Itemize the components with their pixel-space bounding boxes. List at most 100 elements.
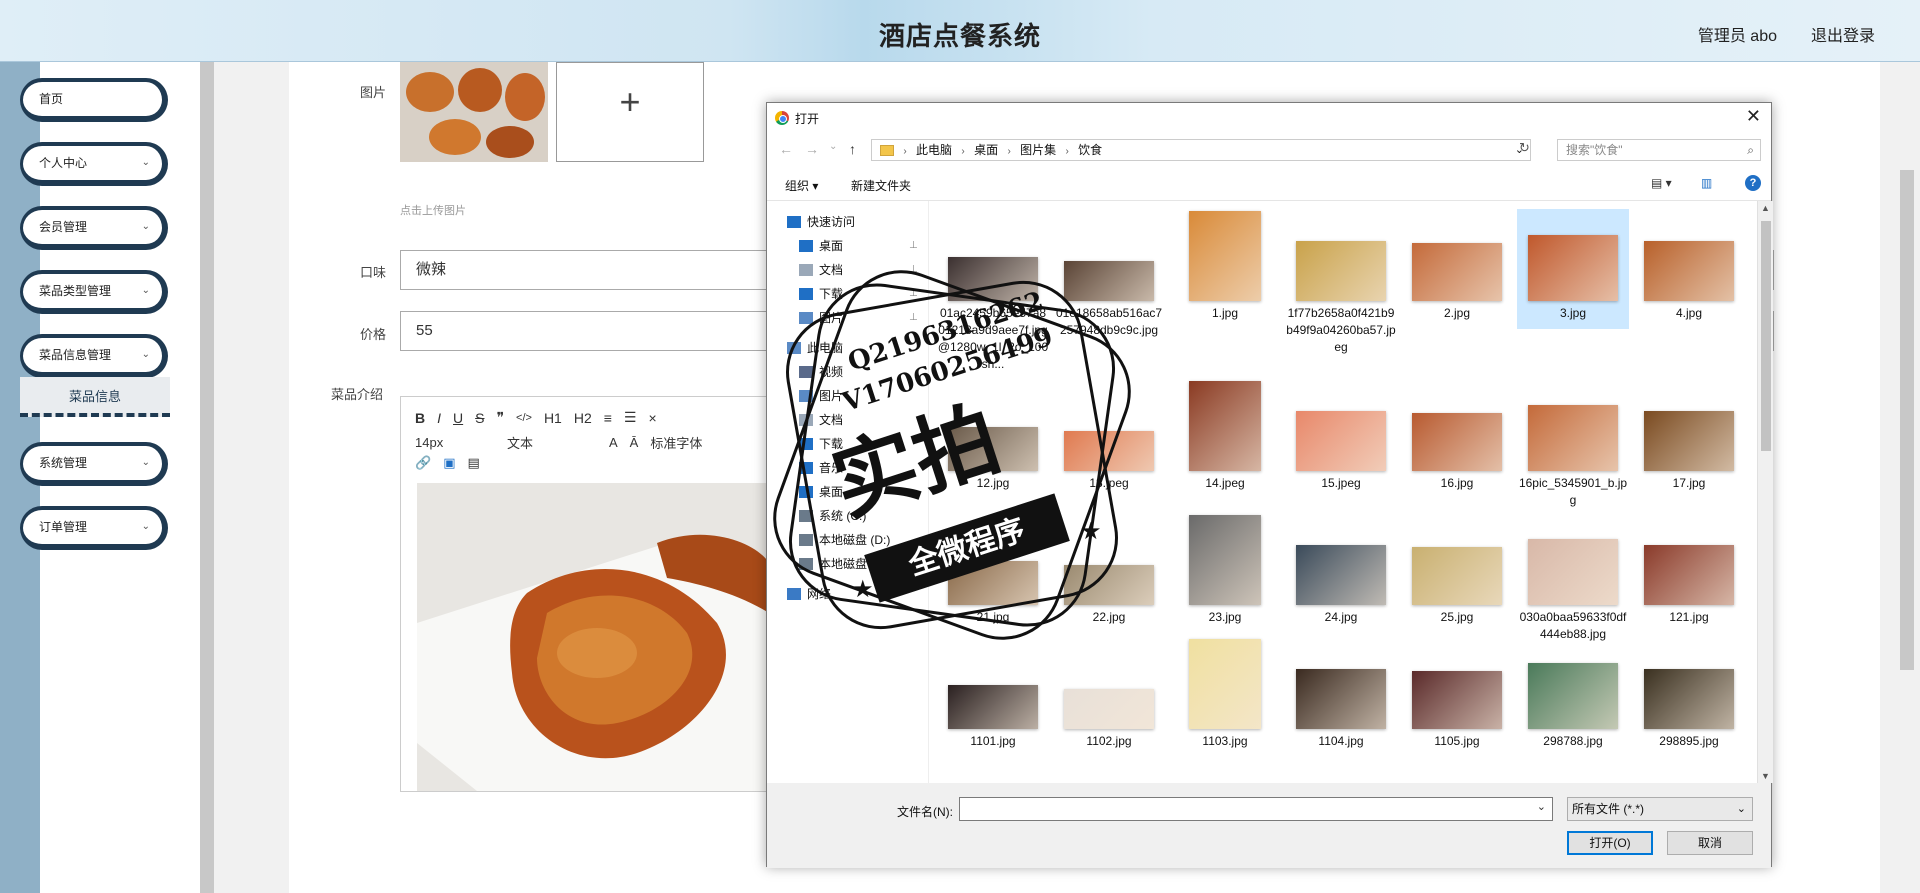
view-mode-icon[interactable]: ▤ ▾ [1651, 176, 1672, 190]
font-size-select[interactable]: 14px [415, 435, 495, 450]
scroll-up-icon[interactable]: ▲ [1761, 203, 1770, 213]
nav-pane-item[interactable]: 文档 [799, 259, 843, 281]
close-icon[interactable]: ✕ [1746, 106, 1761, 127]
sidebar-item-orders[interactable]: 订单管理 ⌄ [20, 506, 168, 550]
file-item[interactable]: 1f77b2658a0f421b9b49f9a04260ba57.jpeg [1285, 209, 1397, 354]
sidebar-item-dish-info[interactable]: 菜品信息管理 ⌄ [20, 334, 168, 378]
font-family-select[interactable]: 标准字体 [650, 433, 702, 452]
file-item[interactable]: 01e18658ab516ac7257948db9c9c.jpg [1053, 209, 1165, 337]
file-item[interactable]: 25.jpg [1401, 513, 1513, 629]
h2-button[interactable]: H2 [574, 410, 592, 426]
up-folder-icon[interactable]: ↑ [849, 141, 856, 157]
bold-button[interactable]: B [415, 410, 425, 426]
file-item[interactable]: 3.jpg [1517, 209, 1629, 329]
back-icon[interactable]: ← [779, 141, 793, 157]
code-button[interactable]: </> [516, 412, 532, 424]
file-item[interactable]: 2.jpg [1401, 209, 1513, 329]
file-type-select[interactable]: 所有文件 (*.*) ⌄ [1567, 797, 1753, 821]
breadcrumb-item[interactable]: 桌面 [974, 143, 998, 157]
nav-pane-item[interactable]: 网络 [787, 583, 831, 605]
file-item[interactable]: 1105.jpg [1401, 637, 1513, 753]
file-item[interactable]: 030a0baa59633f0df444eb88.jpg [1517, 513, 1629, 641]
sidebar-item-members[interactable]: 会员管理 ⌄ [20, 206, 168, 250]
preview-pane-icon[interactable]: ▥ [1701, 176, 1712, 190]
file-item[interactable]: 1104.jpg [1285, 637, 1397, 753]
nav-pane-item[interactable]: 下载 [799, 283, 843, 305]
link-icon[interactable]: 🔗 [415, 455, 431, 471]
cancel-button[interactable]: 取消 [1667, 831, 1753, 855]
breadcrumb-item[interactable]: 图片集 [1020, 143, 1056, 157]
file-item[interactable]: 4.jpg [1633, 209, 1745, 329]
file-item[interactable]: 23.jpg [1169, 513, 1281, 629]
file-item[interactable]: 16.jpg [1401, 379, 1513, 495]
file-item[interactable]: 24.jpg [1285, 513, 1397, 629]
nav-pane-item[interactable]: 下载 [799, 433, 843, 455]
file-item[interactable]: 17.jpg [1633, 379, 1745, 495]
nav-pane-item[interactable]: 图片 [799, 385, 843, 407]
nav-pane-item[interactable]: 快速访问 [787, 211, 855, 233]
chevron-down-icon[interactable]: ⌄ [1537, 800, 1546, 813]
file-item[interactable]: 298788.jpg [1517, 637, 1629, 753]
filename-input[interactable]: ⌄ [959, 797, 1553, 821]
file-item[interactable]: 1101.jpg [937, 637, 1049, 753]
forward-icon[interactable]: → [805, 141, 819, 157]
recent-locations-icon[interactable]: ⌄ [829, 141, 837, 152]
nav-pane-item[interactable]: 桌面 [799, 481, 843, 503]
h1-button[interactable]: H1 [544, 410, 562, 426]
nav-pane-item[interactable]: 系统 (C:) [799, 505, 866, 527]
clear-format-button[interactable]: × [648, 410, 656, 426]
scrollbar-thumb[interactable] [1761, 221, 1771, 451]
video-icon[interactable]: ▤ [467, 455, 479, 471]
open-button[interactable]: 打开(O) [1567, 831, 1653, 855]
sidebar-item-system[interactable]: 系统管理 ⌄ [20, 442, 168, 486]
sidebar-subitem-dish-info[interactable]: 菜品信息 [20, 377, 170, 417]
file-item[interactable]: 1102.jpg [1053, 637, 1165, 753]
nav-pane-item[interactable]: 本地磁盘 (D:) [799, 529, 890, 551]
breadcrumb-item[interactable]: 此电脑 [916, 143, 952, 157]
file-item[interactable]: 14.jpeg [1169, 379, 1281, 495]
address-bar[interactable]: › 此电脑 › 桌面 › 图片集 › 饮食 ⌄ [871, 139, 1531, 161]
sidebar-item-home[interactable]: 首页 [20, 78, 168, 122]
file-item[interactable]: 15.jpeg [1285, 379, 1397, 495]
file-item[interactable]: 298895.jpg [1633, 637, 1745, 753]
underline-button[interactable]: U [453, 410, 463, 426]
file-item[interactable]: 21.jpg [937, 513, 1049, 629]
file-item[interactable]: 1103.jpg [1169, 637, 1281, 753]
nav-pane-item[interactable]: 文档 [799, 409, 843, 431]
quote-button[interactable]: ❞ [496, 409, 504, 426]
breadcrumb-item[interactable]: 饮食 [1078, 143, 1102, 157]
file-list-scrollbar[interactable]: ▲ ▼ [1757, 201, 1773, 783]
italic-button[interactable]: I [437, 410, 441, 426]
dish-image-thumbnail[interactable] [400, 62, 548, 162]
file-item[interactable]: 16pic_5345901_b.jpg [1517, 379, 1629, 507]
search-input[interactable]: 搜索"饮食" ⌕ [1557, 139, 1761, 161]
refresh-icon[interactable]: ↻ [1519, 140, 1530, 156]
nav-pane-item[interactable]: 本地磁盘 (E:) [799, 553, 890, 575]
file-item[interactable]: 13.jpeg [1053, 379, 1165, 495]
sidebar-item-dish-types[interactable]: 菜品类型管理 ⌄ [20, 270, 168, 314]
nav-pane-item[interactable]: 图片 [799, 307, 843, 329]
block-type-select[interactable]: 文本 [507, 433, 597, 452]
sidebar-item-profile[interactable]: 个人中心 ⌄ [20, 142, 168, 186]
file-item[interactable]: 22.jpg [1053, 513, 1165, 629]
help-icon[interactable]: ? [1745, 175, 1761, 191]
text-color-icon[interactable]: A [609, 435, 618, 450]
nav-pane-item[interactable]: 音乐 [799, 457, 843, 479]
new-folder-button[interactable]: 新建文件夹 [851, 177, 911, 194]
strikethrough-button[interactable]: S [475, 410, 484, 426]
file-item[interactable]: 12.jpg [937, 379, 1049, 495]
nav-pane-item[interactable]: 视频 [799, 361, 843, 383]
bg-color-icon[interactable]: Ā [630, 435, 639, 450]
image-icon[interactable]: ▣ [443, 455, 455, 471]
nav-pane-item[interactable]: 桌面 [799, 235, 843, 257]
upload-image-button[interactable]: + [556, 62, 704, 162]
ordered-list-button[interactable]: ≡ [604, 410, 612, 426]
scroll-down-icon[interactable]: ▼ [1761, 771, 1770, 781]
file-item[interactable]: 01ac2459b65e57a801218a9d9aee7f.jpg@1280w… [937, 209, 1049, 371]
file-item[interactable]: 1.jpg [1169, 209, 1281, 329]
page-scrollbar[interactable] [1900, 170, 1914, 670]
bullet-list-button[interactable]: ☰ [624, 409, 637, 426]
rich-text-editor[interactable]: B I U S ❞ </> H1 H2 ≡ ☰ × 14px 文本 A Ā 标准… [400, 396, 770, 792]
nav-pane-item[interactable]: 此电脑 [787, 337, 843, 359]
file-item[interactable]: 121.jpg [1633, 513, 1745, 629]
